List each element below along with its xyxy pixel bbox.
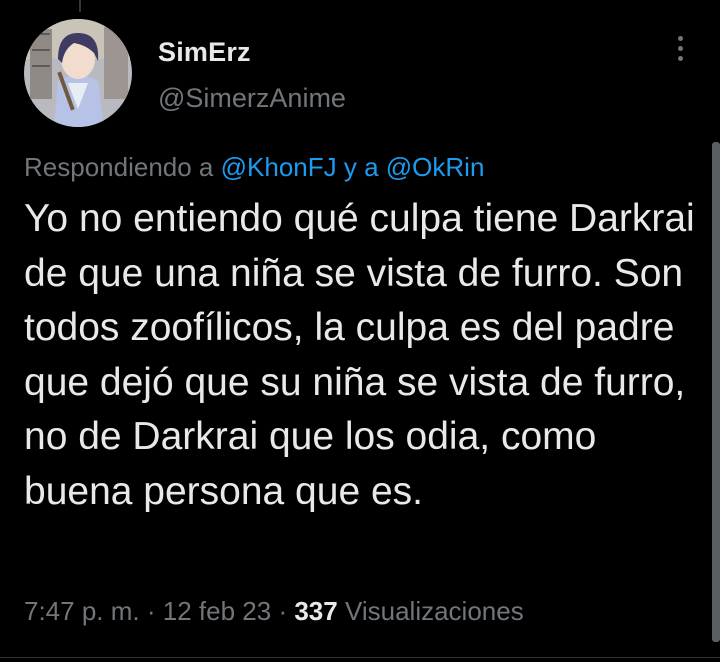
author-handle[interactable]: @SimerzAnime	[158, 82, 346, 114]
scrollbar[interactable]	[712, 142, 720, 642]
tweet-text: Yo no entiendo qué culpa tiene Darkrai d…	[24, 197, 695, 513]
reply-context: Respondiendo a @KhonFJ y a @OkRin	[24, 150, 484, 184]
views-count: 337	[294, 596, 338, 626]
avatar-image	[24, 19, 132, 127]
avatar[interactable]	[24, 19, 132, 127]
tweet-meta: 7:47 p. m. · 12 feb 23 · 337 Visualizaci…	[24, 594, 524, 628]
meta-separator: ·	[278, 596, 288, 626]
author-display-name[interactable]: SimErz	[158, 36, 346, 68]
more-vertical-icon[interactable]	[668, 36, 692, 66]
meta-separator: ·	[146, 596, 156, 626]
author-info: SimErz @SimerzAnime	[158, 36, 346, 114]
divider	[0, 657, 720, 658]
reply-connector[interactable]: y a	[344, 152, 379, 182]
views-label: Visualizaciones	[344, 596, 524, 626]
reply-prefix: Respondiendo a	[24, 152, 214, 182]
tweet-date[interactable]: 12 feb 23	[163, 596, 271, 626]
reply-mention-1[interactable]: @KhonFJ	[221, 152, 337, 182]
tweet-time[interactable]: 7:47 p. m.	[24, 596, 140, 626]
reply-mention-2[interactable]: @OkRin	[386, 152, 485, 182]
thread-connector-line	[79, 0, 81, 12]
